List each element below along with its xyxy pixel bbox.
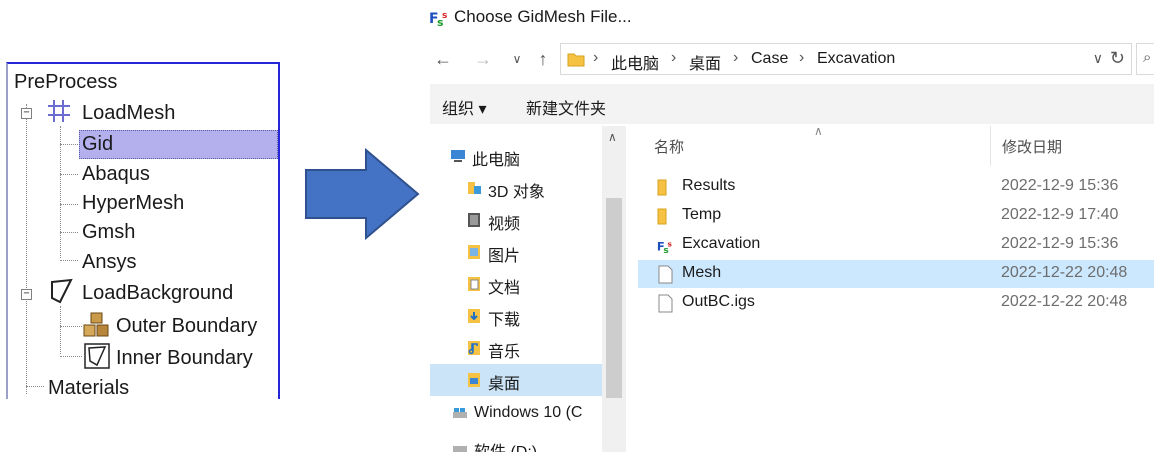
tree-root-preprocess[interactable]: PreProcess xyxy=(14,70,117,94)
svg-text:s: s xyxy=(667,239,672,248)
drive-icon xyxy=(453,446,467,452)
file-dialog: F s s Choose GidMesh File... ← → ∨ ↑ › 此… xyxy=(424,0,1154,452)
navigation-bar: ← → ∨ ↑ › 此电脑 › 桌面 › Case › Excavation ∨… xyxy=(424,40,1154,78)
download-icon xyxy=(468,309,480,323)
nav-item-3d-objects[interactable]: 3D 对象 xyxy=(430,172,602,204)
new-folder-button[interactable]: 新建文件夹 xyxy=(526,95,606,119)
tree-item-inner-boundary[interactable]: Inner Boundary xyxy=(116,346,253,370)
file-row-temp[interactable]: Temp 2022-12-9 17:40 xyxy=(638,202,1154,230)
documents-icon xyxy=(468,277,480,291)
tree-item-gmsh[interactable]: Gmsh xyxy=(82,220,135,244)
tree-item-ansys[interactable]: Ansys xyxy=(82,250,136,274)
computer-icon xyxy=(451,150,465,162)
desktop-icon xyxy=(468,373,480,387)
svg-text:s: s xyxy=(442,11,447,21)
nav-item-drive-c[interactable]: Windows 10 (C xyxy=(430,398,602,430)
tree-item-gid[interactable]: Gid xyxy=(82,132,113,156)
chevron-right-icon: › xyxy=(733,49,739,66)
tree-line xyxy=(60,260,78,261)
column-modified[interactable]: 修改日期 xyxy=(1002,136,1062,157)
music-icon xyxy=(468,341,480,355)
sort-up-icon: ∧ xyxy=(814,124,823,138)
title-bar: F s s Choose GidMesh File... xyxy=(424,0,1154,36)
folder-icon xyxy=(657,179,667,196)
tree-item-loadmesh[interactable]: LoadMesh xyxy=(82,101,175,125)
tree-item-outer-boundary[interactable]: Outer Boundary xyxy=(116,314,257,338)
column-name[interactable]: 名称 xyxy=(654,136,684,157)
nav-item-music[interactable]: 音乐 xyxy=(430,332,602,364)
folder-icon xyxy=(567,53,585,67)
breadcrumb-case[interactable]: Case xyxy=(751,50,788,68)
nav-item-drive-d[interactable]: 软件 (D:) xyxy=(430,432,602,452)
nav-item-desktop[interactable]: 桌面 xyxy=(430,364,602,396)
collapse-icon[interactable]: − xyxy=(21,108,32,119)
tree-line xyxy=(60,306,61,354)
back-arrow-icon[interactable]: ← xyxy=(432,48,454,70)
tree-line xyxy=(26,386,44,387)
chevron-right-icon: › xyxy=(799,49,805,66)
arrow-right-icon xyxy=(305,148,420,240)
tree-line xyxy=(60,356,82,357)
nav-item-this-pc[interactable]: 此电脑 xyxy=(430,140,602,172)
breadcrumb-excavation[interactable]: Excavation xyxy=(817,50,895,68)
app-logo-icon: F s s xyxy=(429,11,447,28)
inner-boundary-icon xyxy=(84,343,110,369)
tree-panel: PreProcess − LoadMesh Gid Abaqus HyperMe… xyxy=(6,62,280,399)
tree-line xyxy=(60,174,78,175)
tree-line xyxy=(60,144,78,145)
nav-item-documents[interactable]: 文档 xyxy=(430,268,602,300)
video-icon xyxy=(468,213,480,227)
column-header: ∧ 名称 修改日期 xyxy=(638,124,1154,166)
refresh-icon[interactable]: ↻ xyxy=(1110,48,1125,69)
search-box[interactable]: ⌕ xyxy=(1136,43,1154,75)
file-row-excavation[interactable]: F s s Excavation 2022-12-9 15:36 xyxy=(638,231,1154,259)
address-bar[interactable]: › 此电脑 › 桌面 › Case › Excavation ∨ ↻ xyxy=(560,43,1132,75)
folder-icon xyxy=(657,208,667,225)
search-icon: ⌕ xyxy=(1143,49,1152,66)
tree-line xyxy=(60,126,61,258)
nav-item-pictures[interactable]: 图片 xyxy=(430,236,602,268)
column-divider[interactable] xyxy=(990,126,991,166)
nav-item-video[interactable]: 视频 xyxy=(430,204,602,236)
pictures-icon xyxy=(468,245,480,259)
tree-line xyxy=(60,232,78,233)
organize-button[interactable]: 组织 ▾ xyxy=(442,95,486,119)
drive-icon xyxy=(453,408,467,418)
nav-scrollbar[interactable]: ∧ xyxy=(602,126,626,452)
command-bar: 组织 ▾ 新建文件夹 xyxy=(430,84,1154,124)
breadcrumb-this-pc[interactable]: 此电脑 xyxy=(611,50,659,74)
file-row-mesh[interactable]: Mesh 2022-12-22 20:48 xyxy=(638,260,1154,288)
tree-line xyxy=(60,326,82,327)
tree-item-materials[interactable]: Materials xyxy=(48,376,129,399)
app-logo-icon: F s s xyxy=(657,239,673,255)
dialog-title: Choose GidMesh File... xyxy=(454,7,632,26)
file-icon xyxy=(658,265,673,284)
recent-dropdown-icon[interactable]: ∨ xyxy=(506,48,528,70)
file-row-outbc[interactable]: OutBC.igs 2022-12-22 20:48 xyxy=(638,289,1154,317)
3d-objects-icon xyxy=(468,182,481,194)
nav-item-downloads[interactable]: 下载 xyxy=(430,300,602,332)
chevron-right-icon: › xyxy=(671,49,677,66)
up-arrow-icon[interactable]: ↑ xyxy=(532,48,554,70)
chevron-down-icon[interactable]: ∨ xyxy=(1093,50,1103,67)
file-icon xyxy=(658,294,673,313)
tree-line xyxy=(60,204,78,205)
collapse-icon[interactable]: − xyxy=(21,289,32,300)
grid-mesh-icon xyxy=(48,100,70,122)
tree-item-loadbackground[interactable]: LoadBackground xyxy=(82,281,233,305)
breadcrumb-desktop[interactable]: 桌面 xyxy=(689,50,721,74)
chevron-right-icon: › xyxy=(593,49,599,66)
forward-arrow-icon[interactable]: → xyxy=(472,48,494,70)
scroll-up-icon[interactable]: ∧ xyxy=(608,130,617,144)
boundary-shape-icon xyxy=(51,278,73,304)
file-row-results[interactable]: Results 2022-12-9 15:36 xyxy=(638,173,1154,201)
scrollbar-thumb[interactable] xyxy=(606,198,622,398)
tree-item-hypermesh[interactable]: HyperMesh xyxy=(82,191,184,215)
file-list: ∧ 名称 修改日期 Results 2022-12-9 15:36 Temp 2… xyxy=(638,124,1154,452)
navigation-pane: 此电脑 3D 对象 视频 图片 文档 下载 音乐 桌面 Windows 10 (… xyxy=(430,126,626,452)
tree-line xyxy=(26,104,27,394)
tree-item-abaqus[interactable]: Abaqus xyxy=(82,162,150,186)
boxes-icon xyxy=(83,312,109,337)
